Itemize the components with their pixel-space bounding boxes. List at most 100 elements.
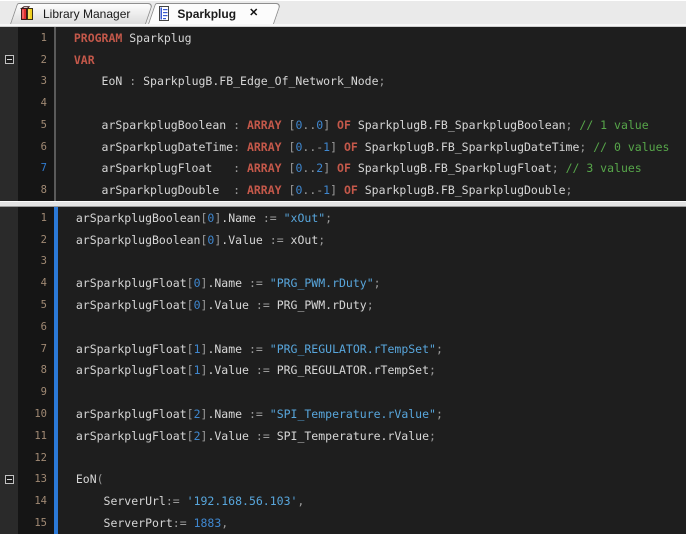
fold-margin xyxy=(0,158,18,180)
fold-margin xyxy=(0,136,18,158)
editor-tab-bar: Library Manager Sparkplug ✕ xyxy=(0,0,686,24)
line-number: 9 xyxy=(18,381,54,403)
fold-margin xyxy=(0,251,18,273)
line-number: 13 xyxy=(18,469,54,491)
code-line[interactable]: 10 arSparkplugFloat[2].Name := "SPI_Temp… xyxy=(0,403,686,425)
code-text[interactable]: arSparkplugBoolean[0].Name := "xOut"; xyxy=(58,211,332,225)
code-line[interactable]: 2 arSparkplugBoolean[0].Value := xOut; xyxy=(0,229,686,251)
code-line[interactable]: 5 arSparkplugBoolean : ARRAY [0..0] OF S… xyxy=(0,114,686,136)
code-text[interactable]: arSparkplugBoolean : ARRAY [0..0] OF Spa… xyxy=(56,118,649,132)
fold-margin xyxy=(0,316,18,338)
code-text[interactable]: arSparkplugFloat[2].Name := "SPI_Tempera… xyxy=(58,407,443,421)
line-number: 2 xyxy=(18,229,54,251)
fold-collapse-icon[interactable] xyxy=(5,55,14,64)
fold-margin xyxy=(0,512,18,534)
code-line[interactable]: 13 EoN( xyxy=(0,469,686,491)
line-number: 8 xyxy=(18,179,54,201)
code-line[interactable]: 1 arSparkplugBoolean[0].Name := "xOut"; xyxy=(0,207,686,229)
code-text[interactable]: PROGRAM Sparkplug xyxy=(56,31,192,45)
fold-margin xyxy=(0,469,18,491)
line-number: 1 xyxy=(18,27,54,49)
fold-margin xyxy=(0,207,18,229)
fold-margin xyxy=(0,360,18,382)
line-number: 14 xyxy=(18,490,54,512)
fold-margin xyxy=(0,403,18,425)
fold-margin xyxy=(0,294,18,316)
fold-margin xyxy=(0,338,18,360)
line-number: 5 xyxy=(18,114,54,136)
fold-margin xyxy=(0,114,18,136)
implementation-pane[interactable]: 1 arSparkplugBoolean[0].Name := "xOut";2… xyxy=(0,207,686,534)
line-number: 15 xyxy=(18,512,54,534)
code-line[interactable]: 15 ServerPort:= 1883, xyxy=(0,512,686,534)
declaration-pane[interactable]: 1 PROGRAM Sparkplug2 VAR3 EoN : Sparkplu… xyxy=(0,27,686,201)
fold-margin xyxy=(0,490,18,512)
line-number: 4 xyxy=(18,92,54,114)
code-line[interactable]: 8 arSparkplugFloat[1].Value := PRG_REGUL… xyxy=(0,360,686,382)
tab-sparkplug[interactable]: Sparkplug ✕ xyxy=(148,3,274,24)
close-icon[interactable]: ✕ xyxy=(249,8,258,19)
code-line[interactable]: 2 VAR xyxy=(0,49,686,71)
code-line[interactable]: 4 xyxy=(0,92,686,114)
fold-margin xyxy=(0,92,18,114)
line-number: 8 xyxy=(18,360,54,382)
code-line[interactable]: 7 arSparkplugFloat : ARRAY [0..2] OF Spa… xyxy=(0,158,686,180)
document-icon xyxy=(158,6,170,21)
line-number: 3 xyxy=(18,71,54,93)
tab-label: Sparkplug xyxy=(177,7,236,21)
gutter-change-bar xyxy=(54,316,58,338)
line-number: 6 xyxy=(18,136,54,158)
line-number: 5 xyxy=(18,294,54,316)
fold-collapse-icon[interactable] xyxy=(5,475,14,484)
st-editor: 1 PROGRAM Sparkplug2 VAR3 EoN : Sparkplu… xyxy=(0,27,686,534)
fold-margin xyxy=(0,49,18,71)
line-number: 7 xyxy=(18,158,54,180)
tab-library-manager[interactable]: Library Manager xyxy=(10,3,146,24)
code-text[interactable]: arSparkplugFloat[0].Name := "PRG_PWM.rDu… xyxy=(58,276,381,290)
code-text[interactable]: arSparkplugFloat[1].Value := PRG_REGULAT… xyxy=(58,363,436,377)
gutter-change-bar xyxy=(54,381,58,403)
code-text[interactable]: arSparkplugFloat[2].Value := SPI_Tempera… xyxy=(58,429,436,443)
line-number: 1 xyxy=(18,207,54,229)
library-books-icon xyxy=(20,6,36,21)
gutter-change-bar xyxy=(54,251,58,273)
code-line[interactable]: 9 xyxy=(0,381,686,403)
code-text[interactable]: ServerPort:= 1883, xyxy=(58,516,228,530)
code-text[interactable]: ServerUrl:= '192.168.56.103', xyxy=(58,494,304,508)
line-number: 11 xyxy=(18,425,54,447)
code-text[interactable]: arSparkplugFloat : ARRAY [0..2] OF Spark… xyxy=(56,161,642,175)
line-number: 12 xyxy=(18,447,54,469)
code-text[interactable]: VAR xyxy=(56,53,95,67)
code-text[interactable]: arSparkplugDateTime: ARRAY [0..-1] OF Sp… xyxy=(56,140,669,154)
code-text[interactable]: arSparkplugDouble : ARRAY [0..-1] OF Spa… xyxy=(56,183,572,197)
code-line[interactable]: 14 ServerUrl:= '192.168.56.103', xyxy=(0,490,686,512)
code-line[interactable]: 4 arSparkplugFloat[0].Name := "PRG_PWM.r… xyxy=(0,272,686,294)
tab-label: Library Manager xyxy=(43,7,130,21)
code-line[interactable]: 6 xyxy=(0,316,686,338)
line-number: 3 xyxy=(18,251,54,273)
line-number: 2 xyxy=(18,49,54,71)
fold-margin xyxy=(0,27,18,49)
code-line[interactable]: 3 EoN : SparkplugB.FB_Edge_Of_Network_No… xyxy=(0,71,686,93)
code-line[interactable]: 6 arSparkplugDateTime: ARRAY [0..-1] OF … xyxy=(0,136,686,158)
code-line[interactable]: 5 arSparkplugFloat[0].Value := PRG_PWM.r… xyxy=(0,294,686,316)
code-line[interactable]: 7 arSparkplugFloat[1].Name := "PRG_REGUL… xyxy=(0,338,686,360)
code-text[interactable]: EoN : SparkplugB.FB_Edge_Of_Network_Node… xyxy=(56,74,385,88)
code-line[interactable]: 12 xyxy=(0,447,686,469)
code-text[interactable]: arSparkplugBoolean[0].Value := xOut; xyxy=(58,233,325,247)
line-number: 10 xyxy=(18,403,54,425)
fold-margin xyxy=(0,447,18,469)
code-line[interactable]: 3 xyxy=(0,251,686,273)
fold-margin xyxy=(0,229,18,251)
code-text[interactable]: arSparkplugFloat[0].Value := PRG_PWM.rDu… xyxy=(58,298,374,312)
code-line[interactable]: 8 arSparkplugDouble : ARRAY [0..-1] OF S… xyxy=(0,179,686,201)
fold-margin xyxy=(0,71,18,93)
code-line[interactable]: 11 arSparkplugFloat[2].Value := SPI_Temp… xyxy=(0,425,686,447)
line-number: 4 xyxy=(18,272,54,294)
code-line[interactable]: 1 PROGRAM Sparkplug xyxy=(0,27,686,49)
code-text[interactable]: EoN( xyxy=(58,472,104,486)
fold-margin xyxy=(0,425,18,447)
gutter-change-bar xyxy=(54,447,58,469)
fold-margin xyxy=(0,179,18,201)
code-text[interactable]: arSparkplugFloat[1].Name := "PRG_REGULAT… xyxy=(58,342,443,356)
